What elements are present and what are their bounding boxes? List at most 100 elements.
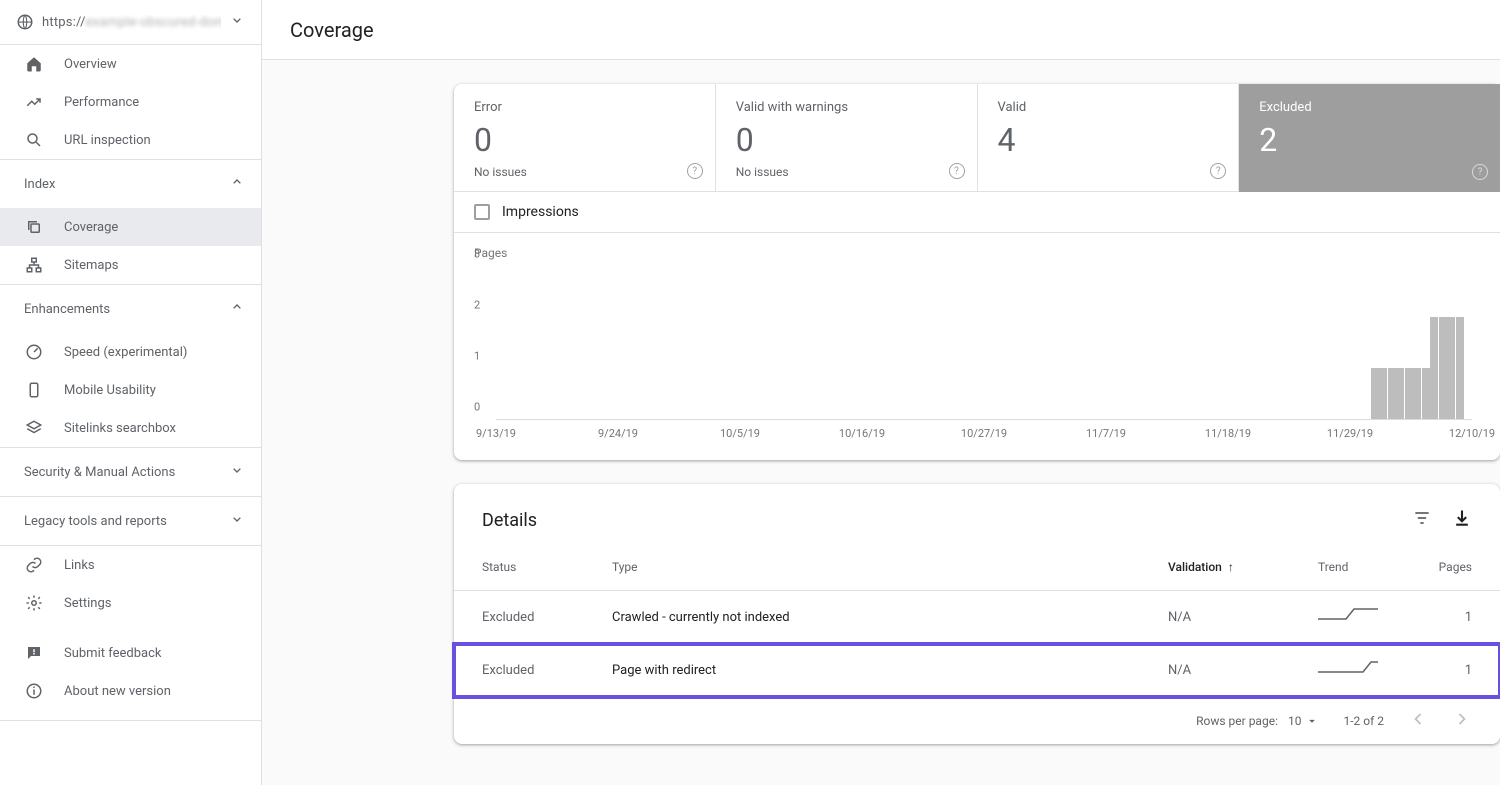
- nav-label: URL inspection: [64, 133, 151, 148]
- help-icon[interactable]: ?: [1472, 164, 1488, 180]
- trending-up-icon: [24, 92, 44, 112]
- help-icon[interactable]: ?: [949, 163, 965, 179]
- copy-icon: [24, 217, 44, 237]
- bar: [1413, 368, 1421, 419]
- x-tick: 10/16/19: [839, 427, 885, 440]
- x-tick: 9/13/19: [476, 427, 516, 440]
- nav-label: Sitemaps: [64, 258, 119, 273]
- x-axis: 9/13/199/24/1910/5/1910/16/1910/27/1911/…: [496, 422, 1472, 440]
- status-tabs: Error 0 No issues ? Valid with warnings …: [454, 84, 1500, 192]
- nav-label: Links: [64, 558, 95, 573]
- section-label: Index: [24, 177, 55, 192]
- bar: [1405, 368, 1413, 419]
- rows-per-page-select[interactable]: 10: [1288, 714, 1320, 728]
- details-table: Status Type Validation ↑ Trend Pages Exc…: [454, 544, 1500, 697]
- cell-trend: [1290, 644, 1410, 697]
- tab-label: Excluded: [1259, 100, 1480, 115]
- col-trend[interactable]: Trend: [1290, 544, 1410, 591]
- section-security[interactable]: Security & Manual Actions: [0, 448, 261, 496]
- cell-validation: N/A: [1140, 644, 1290, 697]
- tab-excluded[interactable]: Excluded 2 ?: [1239, 84, 1500, 192]
- bars: [708, 317, 1465, 419]
- sort-arrow-icon: ↑: [1228, 560, 1234, 574]
- cell-pages: 1: [1410, 644, 1500, 697]
- nav-performance[interactable]: Performance: [0, 83, 261, 121]
- col-validation[interactable]: Validation ↑: [1140, 544, 1290, 591]
- nav-label: Overview: [64, 57, 117, 72]
- download-button[interactable]: [1452, 508, 1472, 532]
- help-icon[interactable]: ?: [687, 163, 703, 179]
- nav-label: Coverage: [64, 220, 118, 235]
- section-legacy[interactable]: Legacy tools and reports: [0, 497, 261, 545]
- prev-page-button[interactable]: [1408, 709, 1428, 732]
- bar: [1371, 368, 1379, 419]
- bar: [1456, 317, 1464, 419]
- nav-label: Speed (experimental): [64, 345, 187, 360]
- section-enhancements[interactable]: Enhancements: [0, 285, 261, 333]
- chevron-up-icon: [229, 299, 245, 319]
- x-tick: 11/29/19: [1327, 427, 1373, 440]
- nav-about[interactable]: About new version: [0, 672, 261, 710]
- nav-overview[interactable]: Overview: [0, 45, 261, 83]
- nav-sitemaps[interactable]: Sitemaps: [0, 246, 261, 284]
- tab-label: Valid with warnings: [736, 100, 957, 115]
- section-label: Security & Manual Actions: [24, 465, 175, 480]
- nav-url-inspection[interactable]: URL inspection: [0, 121, 261, 159]
- cell-pages: 1: [1410, 591, 1500, 644]
- nav-coverage[interactable]: Coverage: [0, 208, 261, 246]
- tab-valid-warnings[interactable]: Valid with warnings 0 No issues ?: [716, 84, 978, 192]
- chevron-down-icon: [229, 462, 245, 482]
- chevron-down-icon: [229, 12, 245, 32]
- impressions-toggle-row: Impressions: [454, 192, 1500, 233]
- col-status[interactable]: Status: [454, 544, 584, 591]
- nav-speed[interactable]: Speed (experimental): [0, 333, 261, 371]
- page-title: Coverage: [290, 18, 1472, 42]
- chart-area: Pages 0123 9/13/199/24/1910/5/1910/16/19…: [454, 233, 1500, 460]
- nav-label: Sitelinks searchbox: [64, 421, 176, 436]
- chevron-up-icon: [229, 174, 245, 194]
- chevron-down-icon: [229, 511, 245, 531]
- cell-type: Crawled - currently not indexed: [584, 591, 1140, 644]
- col-type[interactable]: Type: [584, 544, 1140, 591]
- nav-sitelinks[interactable]: Sitelinks searchbox: [0, 409, 261, 447]
- site-url: https://example-obscured-domain.co...: [42, 15, 221, 30]
- nav-label: Performance: [64, 95, 139, 110]
- mobile-icon: [24, 380, 44, 400]
- info-icon: [24, 681, 44, 701]
- x-tick: 9/24/19: [598, 427, 638, 440]
- nav-label: Mobile Usability: [64, 383, 156, 398]
- col-pages[interactable]: Pages: [1410, 544, 1500, 591]
- page-header: Coverage: [262, 0, 1500, 60]
- chevron-down-icon: [1305, 714, 1319, 728]
- link-icon: [24, 555, 44, 575]
- nav-label: Submit feedback: [64, 646, 161, 661]
- impressions-checkbox[interactable]: [474, 204, 490, 220]
- tab-valid[interactable]: Valid 4 ?: [978, 84, 1240, 192]
- cell-trend: [1290, 591, 1410, 644]
- filter-button[interactable]: [1412, 508, 1432, 532]
- feedback-icon: [24, 643, 44, 663]
- x-tick: 10/27/19: [961, 427, 1007, 440]
- nav-links[interactable]: Links: [0, 546, 261, 584]
- main: Coverage Error 0 No issues ? Valid with …: [262, 0, 1500, 785]
- cell-status: Excluded: [454, 591, 584, 644]
- tab-error[interactable]: Error 0 No issues ?: [454, 84, 716, 192]
- nav-settings[interactable]: Settings: [0, 584, 261, 622]
- nav-mobile-usability[interactable]: Mobile Usability: [0, 371, 261, 409]
- globe-icon: [16, 13, 34, 31]
- next-page-button[interactable]: [1452, 709, 1472, 732]
- bar: [1439, 317, 1447, 419]
- site-picker[interactable]: https://example-obscured-domain.co...: [0, 0, 261, 44]
- section-index[interactable]: Index: [0, 160, 261, 208]
- bar: [1396, 368, 1404, 419]
- bar: [1388, 368, 1396, 419]
- sitemap-icon: [24, 255, 44, 275]
- chart: 0123 9/13/199/24/1910/5/1910/16/1910/27/…: [474, 265, 1480, 440]
- nav-submit-feedback[interactable]: Submit feedback: [0, 634, 261, 672]
- status-card: Error 0 No issues ? Valid with warnings …: [454, 84, 1500, 460]
- cell-type: Page with redirect: [584, 644, 1140, 697]
- table-row[interactable]: Excluded Page with redirect N/A 1: [454, 644, 1500, 697]
- help-icon[interactable]: ?: [1210, 163, 1226, 179]
- table-row[interactable]: Excluded Crawled - currently not indexed…: [454, 591, 1500, 644]
- x-tick: 10/5/19: [720, 427, 760, 440]
